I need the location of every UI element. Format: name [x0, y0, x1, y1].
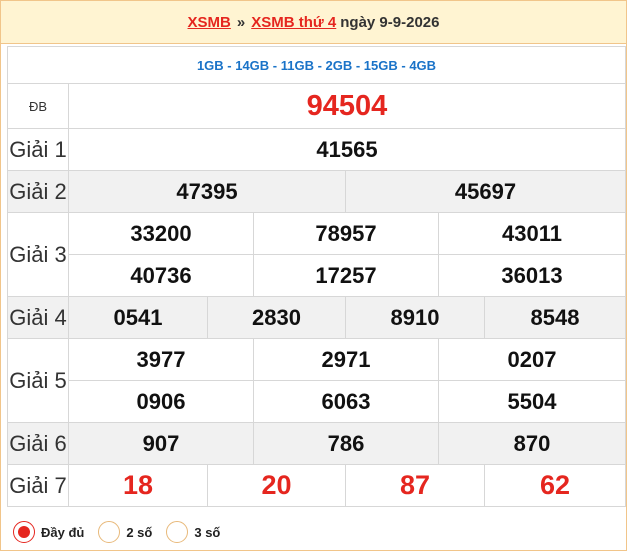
- prize-7-row: Giải 7 18 20 87 62: [7, 464, 626, 507]
- prize-3-number: 40736: [68, 254, 254, 297]
- prize-3-number: 78957: [253, 212, 439, 255]
- prize-5-number: 5504: [438, 380, 626, 423]
- prize-6-row: Giải 6 907 786 870: [7, 422, 626, 465]
- prize-label-g7: Giải 7: [7, 464, 69, 507]
- prize-6-number: 907: [68, 422, 254, 465]
- prize-label-g3: Giải 3: [7, 212, 69, 297]
- results-panel: XSMB » XSMB thứ 4 ngày 9-9-2026 1GB - 14GB …: [0, 0, 627, 551]
- prize-label-g2: Giải 2: [7, 170, 69, 213]
- prize-3-row: 40736 17257 36013: [8, 254, 626, 297]
- display-options: Đầy đủ 2 số 3 số: [7, 514, 626, 550]
- prize-5-number: 6063: [253, 380, 439, 423]
- prize-4-number: 8548: [484, 296, 626, 339]
- prize-5-number: 3977: [68, 338, 254, 381]
- xsmb-weekday-link[interactable]: XSMB thứ 4: [251, 14, 336, 31]
- radio-selected-icon: [13, 521, 35, 543]
- radio-empty-icon: [166, 521, 189, 543]
- xsmb-link[interactable]: XSMB: [188, 14, 231, 31]
- results-header: XSMB » XSMB thứ 4 ngày 9-9-2026: [1, 1, 626, 44]
- option-label: 3 số: [194, 524, 221, 540]
- prize-label-db: ĐB: [7, 83, 69, 129]
- codes-row: 1GB - 14GB - 11GB - 2GB - 15GB - 4GB: [7, 46, 626, 84]
- special-prize-number: 94504: [68, 83, 626, 129]
- option-2-digits-radio[interactable]: 2 số: [98, 521, 152, 543]
- draw-date: ngày 9-9-2026: [340, 14, 440, 31]
- prize-4-number: 2830: [207, 296, 346, 339]
- prize-label-g4: Giải 4: [7, 296, 69, 339]
- prize-5-row: 0906 6063 5504: [8, 380, 626, 423]
- prize-4-number: 8910: [345, 296, 485, 339]
- prize-3-row: Giải 3 33200 78957 43011: [7, 212, 626, 297]
- prize-6-number: 786: [253, 422, 439, 465]
- option-3-digits-radio[interactable]: 3 số: [166, 521, 220, 543]
- prize-3-number: 17257: [253, 254, 439, 297]
- prize-2-number: 45697: [345, 170, 626, 213]
- prize-4-number: 0541: [68, 296, 208, 339]
- prize-7-number: 87: [345, 464, 485, 507]
- option-full-radio[interactable]: Đầy đủ: [13, 521, 84, 543]
- prize-3-number: 36013: [438, 254, 626, 297]
- special-prize-row: ĐB 94504: [7, 83, 626, 129]
- prize-5-number: 0207: [438, 338, 626, 381]
- prize-3-number: 33200: [68, 212, 254, 255]
- prize-4-row: Giải 4 0541 2830 8910 8548: [7, 296, 626, 339]
- prize-label-g6: Giải 6: [7, 422, 69, 465]
- option-label: 2 số: [126, 524, 153, 540]
- prize-7-number: 62: [484, 464, 626, 507]
- prize-label-g1: Giải 1: [7, 128, 69, 171]
- prize-7-number: 20: [207, 464, 346, 507]
- results-table: 1GB - 14GB - 11GB - 2GB - 15GB - 4GB ĐB …: [7, 46, 626, 507]
- prize-6-number: 870: [438, 422, 626, 465]
- option-label: Đầy đủ: [41, 524, 85, 540]
- prize-codes: 1GB - 14GB - 11GB - 2GB - 15GB - 4GB: [7, 46, 626, 84]
- prize-label-g5: Giải 5: [7, 338, 69, 423]
- breadcrumb-separator: »: [236, 14, 246, 31]
- prize-5-row: Giải 5 3977 2971 0207: [7, 338, 626, 423]
- prize-1-number: 41565: [68, 128, 626, 171]
- prize-7-number: 18: [68, 464, 208, 507]
- radio-empty-icon: [98, 521, 121, 543]
- prize-3-number: 43011: [438, 212, 626, 255]
- prize-2-number: 47395: [68, 170, 346, 213]
- prize-1-row: Giải 1 41565: [7, 128, 626, 171]
- prize-5-number: 2971: [253, 338, 439, 381]
- prize-2-row: Giải 2 47395 45697: [7, 170, 626, 213]
- prize-5-number: 0906: [68, 380, 254, 423]
